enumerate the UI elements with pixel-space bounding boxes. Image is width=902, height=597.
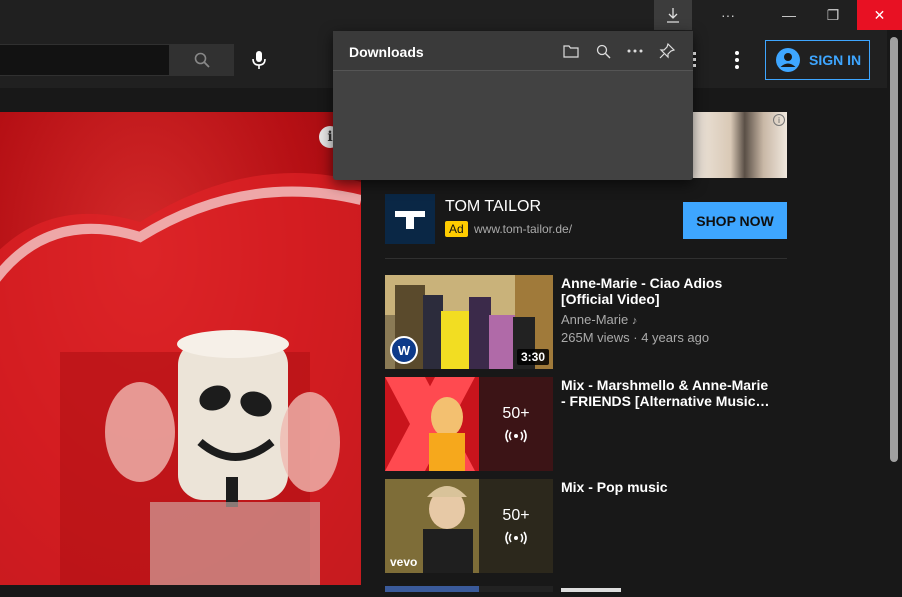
account-icon [776, 48, 800, 72]
pin-button[interactable] [657, 41, 677, 61]
tom-tailor-logo [385, 194, 435, 244]
microphone-icon [252, 51, 266, 69]
sign-in-label: SIGN IN [809, 52, 862, 68]
mix-overlay: 50+ [479, 377, 553, 471]
downloads-title: Downloads [349, 44, 424, 60]
playlist-count: 50+ [502, 507, 530, 524]
search-icon [596, 44, 610, 58]
ad-badge: Ad [445, 221, 468, 237]
vevo-logo: vevo [390, 555, 418, 569]
browser-more-button[interactable]: ··· [708, 0, 748, 30]
scrollbar-thumb[interactable] [890, 37, 898, 462]
ad-banner-image[interactable]: i [693, 112, 787, 178]
downloads-panel: Downloads [333, 31, 693, 180]
downloads-more-button[interactable] [625, 41, 645, 61]
shop-now-button[interactable]: SHOP NOW [683, 202, 787, 239]
folder-icon [563, 45, 579, 58]
channel-name[interactable]: Anne-Marie ♪ [561, 312, 637, 327]
list-item-partial[interactable] [385, 579, 787, 592]
browser-titlebar: ··· — ❐ ✕ [0, 0, 902, 30]
ad-brand-name[interactable]: TOM TAILOR [445, 198, 541, 216]
open-folder-button[interactable] [561, 41, 581, 61]
duration-badge: 3:30 [516, 349, 549, 365]
video-title[interactable]: Mix - Pop music [561, 479, 783, 495]
sign-in-button[interactable]: SIGN IN [765, 40, 870, 80]
minimize-button[interactable]: — [768, 0, 810, 30]
voice-search-button[interactable] [244, 44, 274, 76]
list-item[interactable]: 50+ Mix - Marshmello & Anne-Marie - FRIE… [385, 377, 787, 473]
radio-waves-icon [505, 531, 527, 545]
restore-button[interactable]: ❐ [812, 0, 854, 30]
music-note-icon: ♪ [631, 315, 638, 327]
video-meta: 265M views · 4 years ago [561, 330, 710, 345]
video-frame-image [0, 173, 361, 585]
close-button[interactable]: ✕ [857, 0, 902, 30]
ad-url: www.tom-tailor.de/ [474, 222, 573, 236]
horizontal-dots-icon [627, 49, 643, 53]
list-item[interactable]: W 3:30 Anne-Marie - Ciao Adios [Official… [385, 275, 787, 371]
video-title[interactable]: Mix - Marshmello & Anne-Marie - FRIENDS … [561, 377, 783, 409]
ad-info-icon[interactable]: i [773, 114, 785, 126]
search-input[interactable] [0, 44, 170, 76]
warner-music-logo: W [390, 336, 418, 364]
downloads-header: Downloads [333, 31, 693, 71]
mix-thumbnail[interactable]: 50+ [385, 377, 553, 471]
vertical-dots-icon [735, 51, 739, 69]
search-button[interactable] [170, 44, 234, 76]
playlist-count: 50+ [502, 405, 530, 422]
settings-more-button[interactable] [728, 48, 746, 72]
search-icon [194, 52, 210, 68]
downloads-button[interactable] [654, 0, 692, 30]
mix-thumbnail[interactable]: 50+ vevo [385, 479, 553, 573]
radio-waves-icon [505, 429, 527, 443]
video-player[interactable] [0, 112, 361, 585]
video-title[interactable]: Anne-Marie - Ciao Adios [Official Video] [561, 275, 783, 307]
pin-icon [659, 43, 675, 59]
download-icon [667, 8, 679, 23]
video-thumbnail[interactable]: W 3:30 [385, 275, 553, 369]
search-downloads-button[interactable] [593, 41, 613, 61]
list-item[interactable]: 50+ vevo Mix - Pop music [385, 479, 787, 575]
divider [385, 258, 787, 259]
mix-overlay: 50+ [479, 479, 553, 573]
